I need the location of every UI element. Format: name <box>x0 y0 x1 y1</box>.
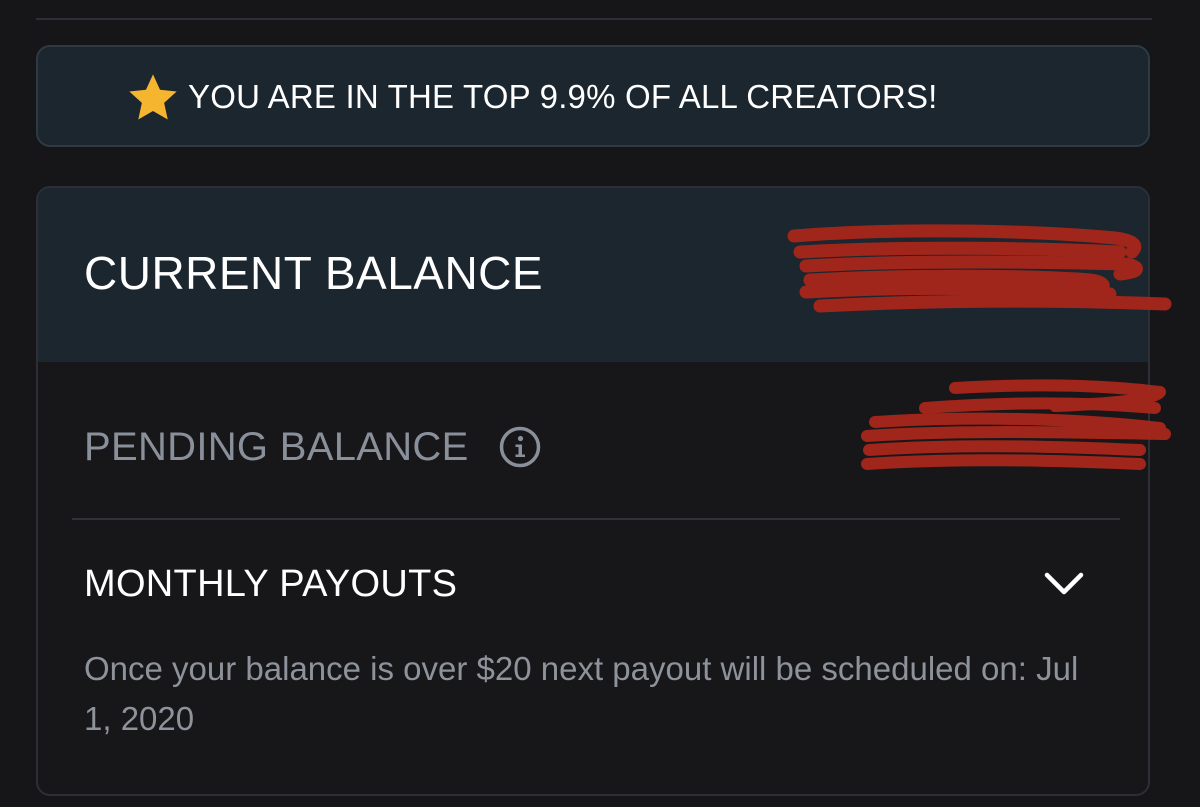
top-divider <box>36 18 1152 20</box>
balance-card: CURRENT BALANCE PENDING BALANCE MONTHLY … <box>36 186 1150 796</box>
monthly-payouts-label: MONTHLY PAYOUTS <box>84 563 458 605</box>
chevron-down-icon[interactable] <box>1040 566 1088 602</box>
current-balance-label: CURRENT BALANCE <box>84 247 544 299</box>
star-icon <box>129 74 177 120</box>
creator-rank-banner: YOU ARE IN THE TOP 9.9% OF ALL CREATORS! <box>36 45 1150 147</box>
card-divider <box>72 518 1120 520</box>
statements-page: YOU ARE IN THE TOP 9.9% OF ALL CREATORS!… <box>0 0 1200 807</box>
current-balance-row: CURRENT BALANCE <box>38 188 1148 362</box>
payout-schedule-note: Once your balance is over $20 next payou… <box>84 650 1079 737</box>
info-icon[interactable] <box>498 425 542 469</box>
pending-balance-label: PENDING BALANCE <box>84 425 469 469</box>
creator-rank-text: YOU ARE IN THE TOP 9.9% OF ALL CREATORS! <box>188 78 938 115</box>
